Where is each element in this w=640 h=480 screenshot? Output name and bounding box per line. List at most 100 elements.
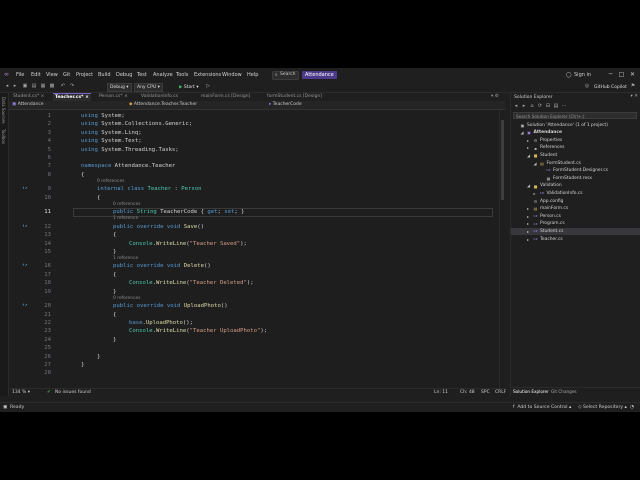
save-icon[interactable]: ▦: [40, 83, 46, 89]
code-line[interactable]: 14 Console.WriteLine("Teacher Saved");: [9, 240, 499, 248]
code-line[interactable]: 3 using System.Linq;: [9, 129, 499, 137]
code-line[interactable]: 17 {: [9, 271, 499, 279]
menu-tools[interactable]: Tools: [176, 72, 188, 78]
whitespace-mode[interactable]: SPC: [481, 389, 490, 397]
menu-git[interactable]: Git: [63, 72, 70, 78]
code-text[interactable]: {: [113, 271, 116, 279]
solution-search-input[interactable]: Search Solution Explorer (Ctrl+;): [513, 112, 637, 119]
menu-view[interactable]: View: [46, 72, 58, 78]
back-icon[interactable]: ◂: [4, 83, 10, 89]
code-line[interactable]: 26}: [9, 353, 499, 361]
line-ending[interactable]: CRLF: [495, 389, 506, 397]
code-line[interactable]: 21 {: [9, 311, 499, 319]
tab-student[interactable]: Student.cs* ×: [11, 93, 46, 101]
tree-item[interactable]: ▸ C# Teacher.cs: [511, 236, 640, 244]
code-line[interactable]: 18 Console.WriteLine("Teacher Deleted");: [9, 279, 499, 287]
tree-item[interactable]: ▸ C# ValidationInfo.cs: [511, 190, 640, 198]
tree-item[interactable]: ◢ ▣ Attendance: [511, 129, 640, 137]
redo-icon[interactable]: ↷: [69, 83, 75, 89]
class-dropdown[interactable]: ◆ Attendance.Teacher.Teacher: [129, 102, 197, 108]
code-text[interactable]: {: [97, 194, 100, 202]
expand-chevron-icon[interactable]: ▸: [527, 220, 529, 228]
home-icon[interactable]: ⌂: [529, 103, 535, 109]
code-text[interactable]: internal class Teacher : Person: [97, 185, 201, 193]
close-button[interactable]: ✕: [628, 70, 637, 79]
menu-test[interactable]: Test: [137, 72, 147, 78]
code-line[interactable]: 22 base.UploadPhoto();: [9, 319, 499, 327]
tree-item[interactable]: ▸ C# Person.cs: [511, 213, 640, 221]
expand-chevron-icon[interactable]: ▸: [527, 137, 529, 145]
tab-validationinfo[interactable]: ValidationInfo.cs: [139, 93, 180, 101]
code-line[interactable]: 13 {: [9, 231, 499, 239]
open-icon[interactable]: ▤: [31, 83, 37, 89]
tree-item[interactable]: ◢ ■ Validation: [511, 182, 640, 190]
expand-chevron-icon[interactable]: ▸: [527, 144, 529, 152]
code-text[interactable]: Console.WriteLine("Teacher UploadPhoto")…: [129, 327, 267, 335]
menu-analyze[interactable]: Analyze: [153, 72, 173, 78]
maximize-button[interactable]: □: [617, 70, 626, 79]
menu-debug[interactable]: Debug: [116, 72, 132, 78]
copilot-icon[interactable]: ◎: [584, 83, 590, 89]
new-item-icon[interactable]: ▣: [22, 83, 28, 89]
sign-in-link[interactable]: Sign in: [574, 72, 591, 78]
code-text[interactable]: }: [113, 336, 116, 344]
tab-git-changes[interactable]: Git Changes: [551, 388, 577, 396]
tab-solution-explorer[interactable]: Solution Explorer: [513, 388, 549, 396]
tree-item[interactable]: ▸ ▪ References: [511, 144, 640, 152]
code-line[interactable]: 6: [9, 154, 499, 162]
code-text[interactable]: }: [97, 353, 100, 361]
code-text[interactable]: using System.Text;: [81, 137, 142, 145]
code-text[interactable]: using System.Threading.Tasks;: [81, 146, 179, 154]
tree-item[interactable]: ▸ C# Program.cs: [511, 220, 640, 228]
code-line[interactable]: 11 public String TeacherCode { get; set; …: [9, 208, 499, 217]
code-text[interactable]: base.UploadPhoto();: [129, 319, 193, 327]
collapse-icon[interactable]: ⊟: [545, 103, 551, 109]
code-lens-references[interactable]: 1 reference: [113, 216, 138, 222]
platform-dropdown[interactable]: Any CPU ▾: [134, 83, 163, 92]
tree-item[interactable]: ▦ FormStudent.resx: [511, 175, 640, 183]
tree-item[interactable]: ◢ ▤ FormStudent.cs: [511, 160, 640, 168]
back-icon[interactable]: ◂: [513, 103, 519, 109]
code-text[interactable]: using System.Collections.Generic;: [81, 120, 192, 128]
zoom-dropdown[interactable]: 134 % ▾: [12, 389, 30, 397]
code-text[interactable]: Console.WriteLine("Teacher Saved");: [129, 240, 247, 248]
tab-mainform-design[interactable]: mainForm.cs [Design]: [199, 93, 252, 101]
member-dropdown[interactable]: ▸ TeacherCode: [269, 102, 302, 108]
code-line[interactable]: 24}: [9, 336, 499, 344]
tab-formstudent-design[interactable]: formStudent.cs [Design]: [265, 93, 324, 101]
code-text[interactable]: namespace Attendance.Teacher: [81, 162, 175, 170]
copilot-button[interactable]: GitHub Copilot: [591, 83, 630, 92]
project-dropdown[interactable]: ▣ Attendance: [12, 102, 44, 108]
char-number[interactable]: Ch: 48: [460, 389, 475, 397]
override-marker-icon[interactable]: ↑↗: [22, 262, 27, 270]
expand-chevron-icon[interactable]: ◢: [527, 152, 530, 160]
expand-chevron-icon[interactable]: ◢: [527, 182, 530, 190]
show-all-icon[interactable]: ▤: [553, 103, 559, 109]
user-icon[interactable]: ◯: [566, 72, 572, 78]
code-line[interactable]: 28: [9, 369, 499, 377]
notifications-icon[interactable]: ◔: [630, 403, 634, 412]
code-line[interactable]: 15}: [9, 248, 499, 256]
menu-project[interactable]: Project: [76, 72, 93, 78]
minimize-button[interactable]: ─: [606, 70, 615, 79]
data-sources-tab[interactable]: Data Sources: [1, 97, 6, 124]
code-line[interactable]: 7 namespace Attendance.Teacher: [9, 162, 499, 170]
add-source-control-button[interactable]: ↑ Add to Source Control ▴: [512, 403, 571, 412]
code-line[interactable]: 23 Console.WriteLine("Teacher UploadPhoto…: [9, 327, 499, 335]
undo-icon[interactable]: ↶: [60, 83, 66, 89]
select-repository-button[interactable]: ◇ Select Repository ▴: [578, 403, 627, 412]
override-marker-icon[interactable]: ↑↗: [22, 185, 27, 193]
expand-chevron-icon[interactable]: ▸: [527, 228, 529, 236]
code-text[interactable]: public override void Delete(): [113, 262, 211, 270]
close-icon[interactable]: ×: [41, 94, 45, 99]
tree-item[interactable]: C# FormStudent.Designer.cs: [511, 167, 640, 175]
filter-icon[interactable]: ⋯: [561, 103, 567, 109]
code-lens-references[interactable]: 1 reference: [113, 256, 138, 262]
code-text[interactable]: {: [113, 231, 116, 239]
tab-person[interactable]: Person.cs* ×: [97, 93, 130, 101]
line-number[interactable]: Ln: 11: [434, 389, 448, 397]
code-text[interactable]: public override void Save(): [113, 223, 204, 231]
code-lens-references[interactable]: 0 references: [113, 202, 140, 208]
code-lens-references[interactable]: 0 references: [97, 179, 124, 185]
tree-item[interactable]: ▸ ▤ mainForm.cs: [511, 205, 640, 213]
